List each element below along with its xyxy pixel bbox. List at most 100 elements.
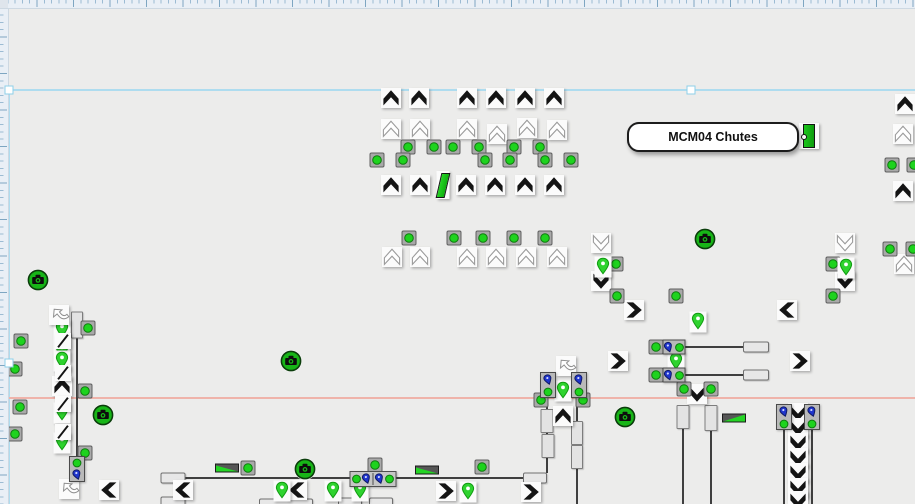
chevron-up-white-icon[interactable] — [487, 124, 507, 144]
chevron-up-black-icon[interactable] — [893, 181, 913, 201]
status-indicator[interactable] — [402, 231, 417, 246]
status-indicator[interactable] — [370, 153, 385, 168]
conveyor-line[interactable] — [710, 430, 712, 504]
belt-diagonal-icon[interactable] — [55, 365, 71, 381]
station-indicator[interactable] — [804, 404, 820, 430]
camera-icon[interactable] — [293, 457, 317, 481]
chevron-up-black-icon[interactable] — [515, 175, 535, 195]
chevron-left-black-icon[interactable] — [99, 480, 119, 500]
status-indicator[interactable] — [677, 382, 692, 397]
design-canvas[interactable]: MCM04 Chutes — [0, 0, 915, 504]
chevron-down-black-icon[interactable] — [788, 491, 808, 504]
status-indicator[interactable] — [475, 460, 490, 475]
status-indicator[interactable] — [906, 242, 915, 257]
station-indicator-horizontal[interactable] — [663, 340, 686, 355]
camera-icon[interactable] — [91, 403, 115, 427]
chevron-left-black-icon[interactable] — [777, 300, 797, 320]
chevron-up-white-icon[interactable] — [486, 247, 506, 267]
chevron-up-black-icon[interactable] — [457, 88, 477, 108]
chevron-up-white-icon[interactable] — [893, 124, 913, 144]
ruler-horizontal[interactable] — [0, 0, 915, 9]
status-indicator[interactable] — [478, 153, 493, 168]
guide-line-red[interactable] — [8, 397, 915, 399]
conveyor-line[interactable] — [684, 346, 745, 348]
conveyor-segment[interactable] — [705, 405, 718, 431]
status-indicator[interactable] — [447, 231, 462, 246]
belt-diagonal-icon[interactable] — [55, 424, 71, 440]
selection-handle[interactable] — [5, 86, 14, 95]
status-indicator[interactable] — [427, 140, 442, 155]
gate-bar-icon[interactable] — [437, 171, 450, 199]
chevron-up-white-icon[interactable] — [894, 254, 914, 274]
station-indicator[interactable] — [571, 372, 587, 398]
selection-handle[interactable] — [687, 86, 696, 95]
status-indicator[interactable] — [883, 242, 898, 257]
chevron-up-black-icon[interactable] — [409, 88, 429, 108]
location-pin-icon[interactable] — [838, 258, 855, 279]
status-indicator[interactable] — [507, 231, 522, 246]
station-group[interactable] — [350, 471, 397, 487]
status-indicator[interactable] — [446, 140, 461, 155]
selection-handle[interactable] — [5, 359, 14, 368]
conveyor-segment[interactable] — [541, 409, 554, 433]
station-indicator-horizontal[interactable] — [663, 368, 686, 383]
chevron-up-black-icon[interactable] — [485, 175, 505, 195]
chevron-up-white-icon[interactable] — [547, 120, 567, 140]
chevron-up-white-icon[interactable] — [516, 247, 536, 267]
turn-arrow-icon[interactable] — [49, 305, 69, 325]
chevron-up-white-icon[interactable] — [382, 247, 402, 267]
status-indicator[interactable] — [503, 153, 518, 168]
chevron-up-white-icon[interactable] — [517, 118, 537, 138]
chevron-right-black-icon[interactable] — [521, 482, 541, 502]
chevron-down-white-icon[interactable] — [835, 233, 855, 253]
status-indicator[interactable] — [564, 153, 579, 168]
status-indicator[interactable] — [610, 289, 625, 304]
conveyor-endcap[interactable] — [743, 370, 769, 381]
chevron-left-black-icon[interactable] — [173, 480, 193, 500]
turn-arrow-icon[interactable] — [59, 479, 79, 499]
conveyor-segment[interactable] — [542, 434, 555, 458]
status-indicator[interactable] — [476, 231, 491, 246]
location-pin-icon[interactable] — [460, 482, 477, 503]
status-indicator[interactable] — [538, 231, 553, 246]
chevron-up-white-icon[interactable] — [547, 247, 567, 267]
status-indicator[interactable] — [13, 400, 28, 415]
chevron-up-black-icon[interactable] — [381, 175, 401, 195]
location-pin-icon[interactable] — [555, 381, 572, 402]
chevron-up-black-icon[interactable] — [515, 88, 535, 108]
conveyor-line[interactable] — [682, 428, 684, 504]
status-indicator[interactable] — [14, 334, 29, 349]
chevron-up-white-icon[interactable] — [457, 247, 477, 267]
belt-ramp-icon[interactable] — [722, 414, 746, 423]
chevron-up-white-icon[interactable] — [381, 119, 401, 139]
belt-ramp-icon[interactable] — [215, 464, 239, 473]
status-indicator[interactable] — [78, 384, 93, 399]
status-indicator[interactable] — [885, 158, 900, 173]
ruler-vertical[interactable] — [0, 0, 9, 504]
chevron-up-black-icon[interactable] — [486, 88, 506, 108]
chevron-right-black-icon[interactable] — [608, 351, 628, 371]
location-pin-icon[interactable] — [325, 481, 342, 502]
station-indicator[interactable] — [69, 456, 85, 482]
chevron-up-black-icon[interactable] — [410, 175, 430, 195]
chevron-up-white-icon[interactable] — [457, 119, 477, 139]
conveyor-segment[interactable] — [571, 445, 583, 469]
chevron-right-black-icon[interactable] — [436, 481, 456, 501]
location-pin-icon[interactable] — [690, 312, 707, 333]
chevron-up-black-icon[interactable] — [456, 175, 476, 195]
conveyor-line[interactable] — [783, 427, 785, 504]
status-indicator[interactable] — [669, 289, 684, 304]
camera-icon[interactable] — [693, 227, 717, 251]
camera-icon[interactable] — [26, 268, 50, 292]
station-indicator[interactable] — [540, 372, 556, 398]
status-indicator[interactable] — [81, 321, 96, 336]
station-indicator[interactable] — [776, 404, 792, 430]
conveyor-segment[interactable] — [677, 405, 690, 429]
camera-icon[interactable] — [279, 349, 303, 373]
conveyor-endcap[interactable] — [369, 498, 393, 504]
chevron-up-black-icon[interactable] — [553, 406, 573, 426]
chevron-up-black-icon[interactable] — [381, 88, 401, 108]
conveyor-endcap[interactable] — [743, 342, 769, 353]
status-indicator[interactable] — [704, 382, 719, 397]
belt-ramp-icon[interactable] — [415, 466, 439, 475]
